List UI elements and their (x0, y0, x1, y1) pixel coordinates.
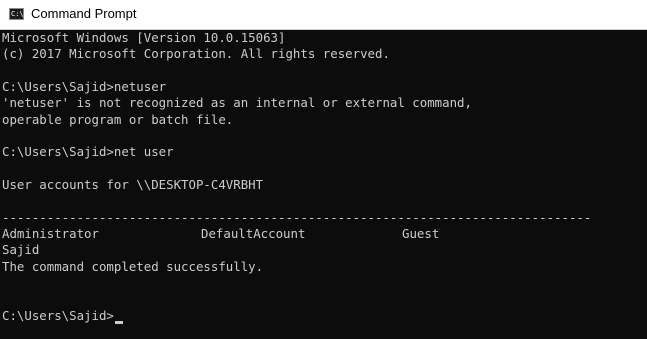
prompt-text: C:\Users\Sajid> (2, 307, 114, 323)
separator-line: ----------------------------------------… (2, 209, 592, 225)
console-line: C:\Users\Sajid>netuser (2, 79, 167, 95)
account-guest: Guest (402, 226, 440, 242)
window-title: Command Prompt (31, 6, 137, 21)
accounts-row: Administrator DefaultAccount Guest (2, 226, 647, 242)
console-line: (c) 2017 Microsoft Corporation. All righ… (2, 46, 390, 62)
completion-message: The command completed successfully. (2, 258, 264, 274)
console-line: User accounts for \\DESKTOP-C4VRBHT (2, 177, 264, 193)
cmd-icon: C:\ (9, 8, 24, 20)
console-line: C:\Users\Sajid>net user (2, 144, 174, 160)
console-line: 'netuser' is not recognized as an intern… (2, 95, 472, 111)
console-line: Microsoft Windows [Version 10.0.15063] (2, 30, 286, 45)
account-defaultaccount: DefaultAccount (201, 226, 306, 242)
account-administrator: Administrator (2, 226, 99, 242)
title-bar[interactable]: C:\ Command Prompt (0, 0, 647, 30)
prompt-line[interactable]: C:\Users\Sajid> (2, 308, 647, 324)
text-cursor (114, 320, 123, 324)
console-line: operable program or batch file. (2, 111, 234, 127)
console-output[interactable]: Microsoft Windows [Version 10.0.15063] (… (0, 30, 647, 339)
account-sajid: Sajid (2, 242, 40, 258)
